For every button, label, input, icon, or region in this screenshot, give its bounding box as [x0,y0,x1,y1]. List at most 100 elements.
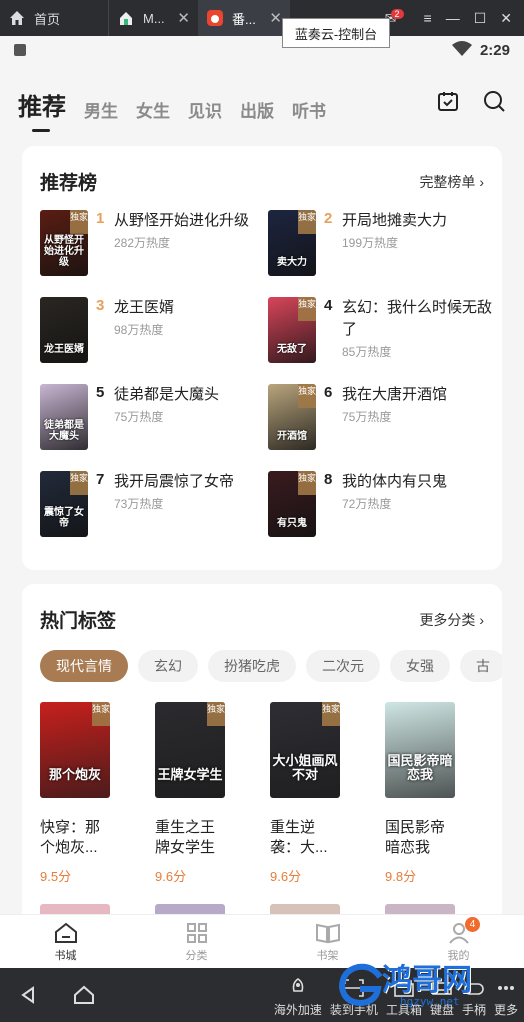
tag-chip[interactable]: 玄幻 [138,650,198,682]
cover-title: 大小姐画风不对 [272,753,338,782]
keyboard-button[interactable]: 键盘 [430,978,454,1018]
home-button[interactable] [56,985,112,1005]
menu-icon[interactable]: ≡ [424,10,432,26]
ranking-item[interactable]: 龙王医婿 3 龙王医婿 98万热度 [40,297,270,367]
search-icon[interactable] [482,89,506,118]
book-title: 快穿：那个炮灰... [40,819,101,856]
install-to-phone-button[interactable]: 装到手机 [330,978,378,1018]
minimize-icon[interactable]: — [446,10,460,26]
nav-label: 书城 [54,949,77,962]
book-card[interactable]: 国民影帝暗恋我 国民影帝暗恋我 9.8分 [385,702,485,885]
emulator-bottom-bar: 海外加速 装到手机 工具箱 键盘 手柄 更多 [0,968,524,1022]
tab-insight[interactable]: 见识 [188,97,222,122]
nav-mine[interactable]: 4 我的 [393,915,524,968]
book-title: 重生逆袭：大... [270,819,328,856]
back-button[interactable] [0,986,56,1004]
heat-count: 73万热度 [114,497,164,511]
exclusive-badge: 独家 [298,297,316,321]
gamepad-icon [464,983,484,995]
heat-count: 72万热度 [342,497,392,511]
nav-bookshelf[interactable]: 书架 [262,915,393,968]
book-title: 玄幻：我什么时候无敌了 [342,299,493,338]
exclusive-badge: 独家 [298,210,316,234]
emulator-tab-m[interactable]: M... ✕ [108,0,198,36]
calendar-check-icon[interactable] [436,89,460,118]
tool-label: 海外加速 [273,1003,322,1017]
book-card[interactable]: 独家 大小姐画风不对 重生逆袭：大... 9.6分 [270,702,370,885]
maximize-icon[interactable]: ☐ [474,10,487,27]
hot-tags-title: 热门标签 [40,611,117,632]
emulator-tab-active[interactable]: 番... ✕ [198,0,290,36]
window-close-icon[interactable]: ✕ [500,10,512,27]
nav-label: 书架 [316,949,339,962]
rank-number: 3 [96,297,105,314]
bookstore-icon [54,922,77,943]
book-title: 我开局震惊了女帝 [114,473,235,490]
exclusive-badge: 独家 [298,384,316,408]
book-card[interactable]: 独家 王牌女学生 重生之王牌女学生 9.6分 [155,702,255,885]
rank-number: 7 [96,471,105,488]
book-card[interactable]: 独家 那个炮灰快穿：那个炮灰... 9.5分 [40,702,140,885]
more-button[interactable]: 更多 [494,978,518,1018]
tab-recommend[interactable]: 推荐 [18,87,66,132]
book-title: 我的体内有只鬼 [342,473,448,490]
tab-audio[interactable]: 听书 [292,97,326,122]
book-score: 9.5分 [40,869,72,884]
tab-publish[interactable]: 出版 [240,97,274,122]
tag-chip[interactable]: 现代言情 [40,650,128,682]
back-triangle-icon [21,986,34,1004]
ranking-item[interactable]: 独家 开酒馆 6 我在大唐开酒馆 75万热度 [268,384,498,454]
tab-female[interactable]: 女生 [136,97,170,122]
ranking-item[interactable]: 独家 无敌了 4 玄幻：我什么时候无敌了 85万热度 [268,297,498,367]
tool-label: 工具箱 [385,1003,422,1017]
app-logo-icon [206,9,224,27]
full-ranking-link[interactable]: 完整榜单 › [419,172,484,192]
rank-number: 4 [324,297,333,314]
tag-chip[interactable]: 女强 [390,650,450,682]
book-cover: 独家 那个炮灰 [40,702,110,798]
book-cover: 独家 卖大力 [268,210,316,276]
exclusive-badge: 独家 [70,210,88,234]
more-categories-link[interactable]: 更多分类 › [419,610,484,630]
book-cover: 徒弟都是大魔头 [40,384,88,450]
hot-tags-card: 热门标签 更多分类 › 现代言情 玄幻 扮猪吃虎 二次元 女强古 独家 那个炮灰快穿：那个… [22,584,502,924]
book-cover: 独家 无敌了 [268,297,316,363]
book-cover: 独家 大小姐画风不对 [270,702,340,798]
ranking-item[interactable]: 独家 有只鬼 8 我的体内有只鬼 72万热度 [268,471,498,541]
ranking-item[interactable]: 徒弟都是大魔头 5 徒弟都是大魔头 75万热度 [40,384,270,454]
close-icon[interactable]: ✕ [177,9,190,27]
rank-number: 5 [96,384,105,401]
heat-count: 75万热度 [342,410,392,424]
tag-chip[interactable]: 扮猪吃虎 [208,650,296,682]
rank-number: 8 [324,471,333,488]
emulator-title-bar: 首页 M... ✕ 番... ✕ ✉2 ≡ — ☐ ✕ [0,0,524,36]
close-icon[interactable]: ✕ [269,9,282,27]
heat-count: 199万热度 [342,236,399,250]
toolbox-button[interactable]: 工具箱 [386,978,422,1018]
overseas-accel-button[interactable]: 海外加速 [274,978,322,1018]
book-title: 重生之王牌女学生 [155,819,216,856]
nav-category[interactable]: 分类 [131,915,262,968]
ranking-item[interactable]: 独家 卖大力 2 开局地摊卖大力 199万热度 [268,210,498,280]
app-header: 推荐 男生 女生 见识 出版 听书 [0,64,524,136]
emulator-tab-home[interactable]: 首页 [0,0,108,36]
grid-icon [186,922,207,943]
ranking-item[interactable]: 独家 震惊了女帝 7 我开局震惊了女帝 73万热度 [40,471,270,541]
book-cover: 龙王医婿 [40,297,88,363]
notification-badge: 2 [390,8,404,19]
heat-count: 85万热度 [342,345,392,359]
mine-badge: 4 [465,917,480,932]
tag-chip[interactable]: 古 [460,650,502,682]
wifi-icon [451,40,472,60]
tab-male[interactable]: 男生 [84,97,118,122]
gamepad-button[interactable]: 手柄 [462,978,486,1018]
home-outline-icon [74,985,94,1004]
rank-number: 1 [96,210,105,227]
nav-label: 我的 [447,949,470,962]
exclusive-badge: 独家 [298,471,316,495]
tag-chip[interactable]: 二次元 [306,650,380,682]
book-title: 徒弟都是大魔头 [114,386,220,403]
nav-bookstore[interactable]: 书城 [0,915,131,968]
ranking-item[interactable]: 独家 从野怪开始进化升级 1 从野怪开始进化升级 282万热度 [40,210,270,280]
book-cover: 独家 开酒馆 [268,384,316,450]
